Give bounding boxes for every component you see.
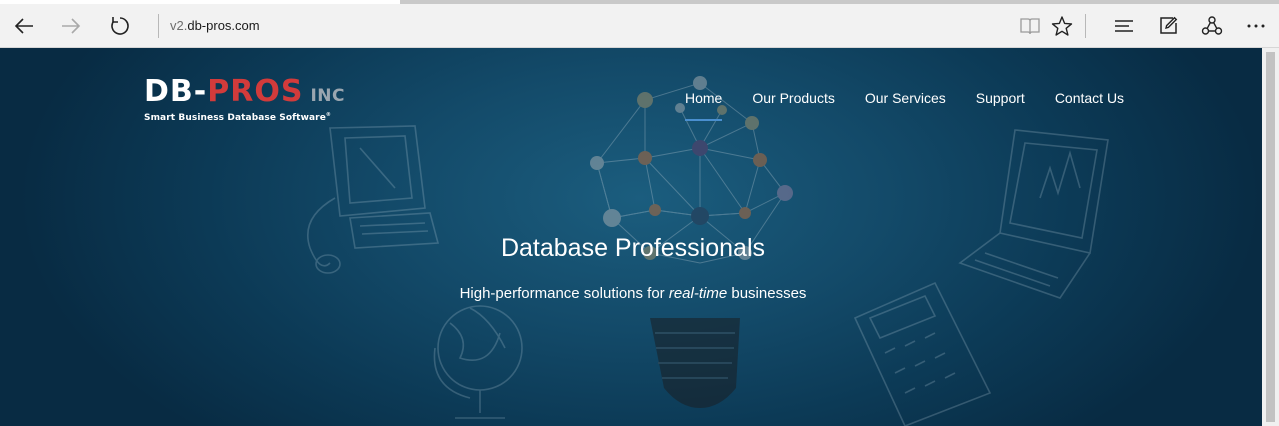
hub-icon xyxy=(1115,20,1133,32)
forward-button[interactable] xyxy=(53,8,89,44)
refresh-button[interactable] xyxy=(102,8,138,44)
logo-wordmark: DB-PROS INC xyxy=(144,76,344,112)
forward-arrow-icon xyxy=(62,18,81,34)
share-icon xyxy=(1201,16,1223,35)
laptop-sketch xyxy=(958,129,1109,299)
tab-strip xyxy=(0,0,1279,4)
url-prefix: v2. xyxy=(170,18,188,33)
reading-view-button[interactable] xyxy=(1012,8,1048,44)
logo-brand: PROS xyxy=(207,74,304,109)
browser-toolbar: v2.db-pros.com xyxy=(0,0,1279,48)
nav-home[interactable]: Home xyxy=(685,88,723,121)
more-icon xyxy=(1247,24,1265,28)
web-note-icon xyxy=(1160,16,1178,34)
hero-subtitle-emphasis: real-time xyxy=(668,285,728,302)
share-button[interactable] xyxy=(1194,8,1230,44)
nav-our-services[interactable]: Our Services xyxy=(865,88,946,116)
hero-subtitle: High-performance solutions for real-time… xyxy=(0,284,1262,304)
nav-support[interactable]: Support xyxy=(976,88,1025,116)
star-icon xyxy=(1051,16,1073,36)
active-tab-indicator xyxy=(400,0,1279,4)
calculator-sketch xyxy=(853,281,992,426)
nav-contact-us[interactable]: Contact Us xyxy=(1055,88,1124,116)
address-bar[interactable]: v2.db-pros.com xyxy=(170,14,260,38)
registered-mark: ® xyxy=(325,112,332,118)
more-button[interactable] xyxy=(1238,8,1274,44)
web-note-button[interactable] xyxy=(1150,8,1186,44)
logo-tagline-text: Smart Business Database Software xyxy=(144,113,326,123)
hero-title: Database Professionals xyxy=(500,234,766,262)
nav-our-products[interactable]: Our Products xyxy=(752,88,834,116)
main-navigation: Home Our Products Our Services Support C… xyxy=(685,88,1154,121)
web-page: DB-PROS INC Smart Business Database Softw… xyxy=(0,48,1262,426)
toolbar-divider xyxy=(1085,14,1086,38)
back-arrow-icon xyxy=(14,18,33,34)
logo-tagline: Smart Business Database Software® xyxy=(144,112,344,123)
back-button[interactable] xyxy=(6,8,42,44)
hero-subtitle-post: businesses xyxy=(727,285,807,302)
site-logo[interactable]: DB-PROS INC Smart Business Database Softw… xyxy=(144,76,344,124)
favorite-button[interactable] xyxy=(1044,8,1080,44)
scrollbar-thumb[interactable] xyxy=(1266,52,1275,422)
hero-subtitle-pre: High-performance solutions for xyxy=(459,285,669,302)
globe-sketch xyxy=(433,305,523,419)
reading-view-icon xyxy=(1020,18,1040,35)
vertical-scrollbar[interactable] xyxy=(1262,48,1279,426)
logo-suffix: INC xyxy=(310,86,345,106)
url-host: db-pros.com xyxy=(187,18,260,33)
hub-button[interactable] xyxy=(1106,8,1142,44)
refresh-icon xyxy=(111,17,129,35)
address-divider xyxy=(158,14,159,38)
logo-prefix: DB- xyxy=(144,74,208,109)
